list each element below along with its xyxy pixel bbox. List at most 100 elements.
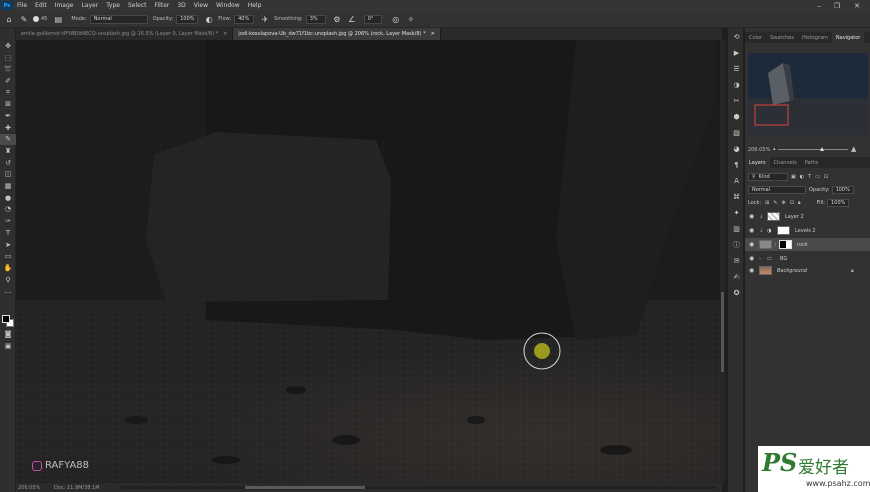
menu-help[interactable]: Help [244, 2, 266, 9]
symmetry-icon[interactable]: ✧ [405, 13, 417, 25]
angle-input[interactable]: 0° [363, 14, 382, 24]
tab-channels[interactable]: Channels [770, 157, 801, 168]
menu-type[interactable]: Type [102, 2, 124, 9]
foreground-color-swatch[interactable] [2, 315, 10, 323]
comments-icon[interactable]: ✉ [728, 254, 745, 268]
healing-brush-tool-icon[interactable]: ✚ [0, 122, 16, 134]
navigator-zoom-slider[interactable] [778, 147, 848, 151]
lock-all-icon[interactable]: 🔒︎ [798, 200, 801, 206]
character-icon[interactable]: A [728, 174, 745, 188]
path-select-tool-icon[interactable]: ➤ [0, 239, 16, 251]
adjustments-icon[interactable]: ◑ [728, 78, 745, 92]
hand-tool-icon[interactable]: ✋ [0, 262, 16, 274]
filter-smart-icon[interactable]: ⊡ [824, 174, 828, 180]
flow-input[interactable]: 40% [234, 14, 255, 24]
vertical-scrollbar[interactable] [720, 40, 725, 483]
menu-image[interactable]: Image [51, 2, 78, 9]
info-icon[interactable]: ⓘ [728, 238, 745, 252]
menu-window[interactable]: Window [212, 2, 244, 9]
brushes-icon[interactable]: ✂ [728, 94, 745, 108]
blur-tool-icon[interactable]: ● [0, 192, 16, 204]
pen-tool-icon[interactable]: ✑ [0, 215, 16, 227]
dodge-tool-icon[interactable]: ◔ [0, 204, 16, 216]
home-icon[interactable]: ⌂ [3, 13, 15, 25]
crop-tool-icon[interactable]: ⌗ [0, 87, 16, 99]
filter-pixel-icon[interactable]: ▣ [791, 174, 796, 180]
pressure-size-icon[interactable]: ◎ [390, 13, 402, 25]
minimize-icon[interactable]: – [812, 0, 826, 11]
tab-emile-guillemot[interactable]: emile-guillemot-tIFWB0tAECQ-unsplash.jpg… [16, 28, 234, 40]
eyedropper-tool-icon[interactable]: ✒ [0, 110, 16, 122]
horizontal-scroll-thumb[interactable] [245, 486, 365, 489]
brush-preset-picker[interactable]: 45 [33, 16, 47, 22]
close-tab-icon[interactable]: ✕ [223, 31, 227, 37]
gradient-tool-icon[interactable]: ▦ [0, 180, 16, 192]
navigator-zoom[interactable]: 206.05% [748, 147, 770, 153]
menu-edit[interactable]: Edit [31, 2, 51, 9]
layer-opacity-input[interactable]: 100% [831, 185, 854, 194]
menu-layer[interactable]: Layer [77, 2, 102, 9]
3d-icon[interactable]: ⬢ [728, 110, 745, 124]
tab-layers[interactable]: Layers [745, 157, 770, 168]
type-tool-icon[interactable]: T [0, 227, 16, 239]
timeline-icon[interactable]: ▥ [728, 222, 745, 236]
paragraph-icon[interactable]: ¶ [728, 158, 745, 172]
eraser-tool-icon[interactable]: ◫ [0, 169, 16, 181]
close-icon[interactable]: ✕ [850, 0, 864, 11]
lock-artboard-icon[interactable]: ⊡ [790, 200, 794, 206]
smoothing-options-gear-icon[interactable]: ⚙ [331, 13, 343, 25]
document-canvas[interactable]: RAFYA88 [16, 40, 720, 483]
brush-tool-icon[interactable]: ✎ [0, 133, 16, 146]
smoothing-input[interactable]: 3% [305, 14, 326, 24]
learn-icon[interactable]: ✪ [728, 286, 745, 300]
layer-row-layer-2[interactable]: ◉ ↓ Layer 2 [745, 210, 870, 223]
more-tools-icon[interactable]: … [0, 285, 16, 297]
filter-type-icon[interactable]: T [808, 174, 811, 180]
brush-tool-icon[interactable]: ✎ [18, 13, 30, 25]
visibility-eye-icon[interactable]: ◉ [749, 227, 759, 234]
move-tool-icon[interactable]: ✥ [0, 40, 16, 52]
lasso-tool-icon[interactable]: ➰ [0, 63, 16, 75]
tab-histogram[interactable]: Histogram [798, 32, 832, 43]
screen-mode-icon[interactable]: ▣ [0, 340, 16, 352]
visibility-eye-icon[interactable]: ◉ [749, 241, 759, 248]
tab-navigator[interactable]: Navigator [831, 32, 865, 43]
close-tab-icon[interactable]: ✕ [431, 31, 435, 37]
color-icon[interactable]: ◕ [728, 142, 745, 156]
layer-mask-thumbnail[interactable] [779, 240, 792, 249]
menu-3d[interactable]: 3D [173, 2, 189, 9]
frame-tool-icon[interactable]: ⊠ [0, 98, 16, 110]
filter-shape-icon[interactable]: ▭ [815, 174, 820, 180]
horizontal-scrollbar[interactable] [121, 486, 716, 489]
zoom-level[interactable]: 206.05% [18, 485, 46, 491]
opacity-input[interactable]: 100% [176, 14, 199, 24]
tab-color[interactable]: Color [745, 32, 766, 43]
tab-swatches[interactable]: Swatches [766, 32, 798, 43]
visibility-eye-icon[interactable]: ◉ [749, 267, 759, 274]
visibility-eye-icon[interactable]: ◉ [749, 255, 759, 262]
menu-file[interactable]: File [13, 2, 31, 9]
pressure-opacity-icon[interactable]: ◐ [203, 13, 215, 25]
blend-mode-select[interactable]: Normal [748, 185, 806, 194]
layer-filter-select[interactable]: ⚲ Kind [748, 172, 788, 181]
zoom-slider-knob[interactable] [820, 147, 824, 151]
navigator-thumbnail[interactable] [748, 53, 868, 135]
tab-paths[interactable]: Paths [801, 157, 823, 168]
layer-row-rock[interactable]: ◉ ⁞ rock [745, 238, 870, 251]
lock-pixels-icon[interactable]: ⊞ [765, 200, 769, 206]
history-brush-tool-icon[interactable]: ↺ [0, 157, 16, 169]
menu-select[interactable]: Select [124, 2, 151, 9]
menu-filter[interactable]: Filter [151, 2, 174, 9]
clone-stamp-tool-icon[interactable]: ♜ [0, 145, 16, 157]
properties-icon[interactable]: ☰ [728, 62, 745, 76]
libraries-icon[interactable]: ▧ [728, 126, 745, 140]
styles-icon[interactable]: ✦ [728, 206, 745, 220]
lock-paint-icon[interactable]: ✎ [773, 200, 777, 206]
restore-icon[interactable]: ❐ [830, 0, 844, 11]
brush-settings-icon[interactable]: ▤ [52, 13, 64, 25]
visibility-eye-icon[interactable]: ◉ [749, 213, 759, 220]
quick-mask-icon[interactable]: ◙ [0, 328, 16, 340]
tab-jodi-kosolapova[interactable]: jodi-kosolapova-Ub_dw71f1bc-unsplash.jpg… [233, 28, 441, 40]
layer-row-background[interactable]: ◉ Background 🔒︎ [745, 264, 870, 277]
zoom-tool-icon[interactable]: ⚲ [0, 274, 16, 286]
